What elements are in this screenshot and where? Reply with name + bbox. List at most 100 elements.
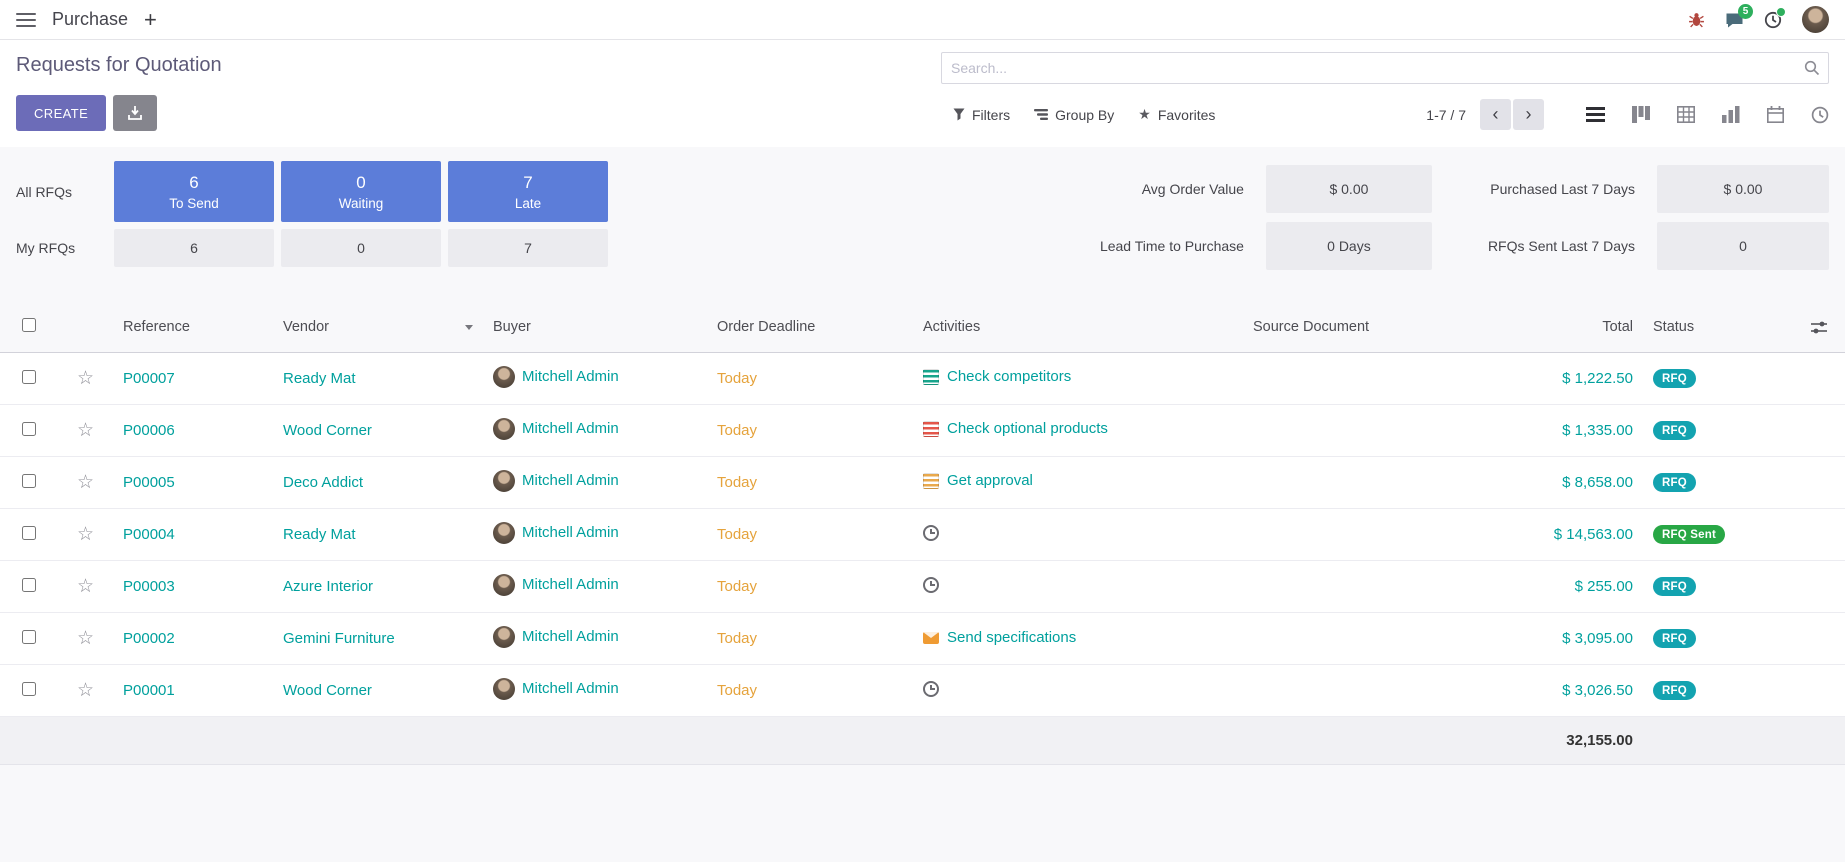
header-reference[interactable]: Reference — [113, 302, 273, 353]
header-buyer[interactable]: Buyer — [483, 302, 707, 353]
buyer-link[interactable]: Mitchell Admin — [522, 524, 619, 541]
favorite-star-icon[interactable]: ☆ — [77, 472, 94, 493]
buyer-link[interactable]: Mitchell Admin — [522, 472, 619, 489]
optional-columns-button[interactable] — [1793, 302, 1845, 353]
reference-link[interactable]: P00002 — [123, 630, 175, 647]
order-deadline: Today — [717, 370, 757, 387]
calendar-view-icon[interactable] — [1767, 106, 1784, 123]
reference-link[interactable]: P00001 — [123, 682, 175, 699]
favorite-star-icon[interactable]: ☆ — [77, 368, 94, 389]
row-checkbox[interactable] — [22, 370, 36, 384]
graph-view-icon[interactable] — [1722, 106, 1740, 123]
activity-type-icon[interactable] — [923, 421, 939, 437]
app-name: Purchase — [52, 9, 128, 30]
buyer-link[interactable]: Mitchell Admin — [522, 628, 619, 645]
export-button[interactable] — [113, 95, 157, 131]
tile-to-send[interactable]: 6 To Send — [114, 161, 274, 222]
activities-clock-icon[interactable] — [1764, 11, 1782, 29]
row-checkbox[interactable] — [22, 578, 36, 592]
purchased-last-7-days[interactable]: $ 0.00 — [1657, 165, 1829, 213]
kanban-view-icon[interactable] — [1632, 106, 1650, 123]
favorite-star-icon[interactable]: ☆ — [77, 628, 94, 649]
group-by-button[interactable]: Group By — [1034, 107, 1114, 123]
table-row[interactable]: ☆ P00002 Gemini Furniture Mitchell Admin… — [0, 613, 1845, 665]
search-input[interactable] — [941, 52, 1829, 84]
apps-menu-icon[interactable] — [16, 13, 36, 27]
row-checkbox[interactable] — [22, 474, 36, 488]
favorite-star-icon[interactable]: ☆ — [77, 680, 94, 701]
create-button[interactable]: CREATE — [16, 95, 106, 131]
table-row[interactable]: ☆ P00005 Deco Addict Mitchell Admin Toda… — [0, 457, 1845, 509]
activity-clock-icon[interactable] — [923, 577, 939, 593]
activity-envelope-icon[interactable] — [923, 632, 939, 644]
row-checkbox[interactable] — [22, 526, 36, 540]
messages-icon[interactable]: 5 — [1725, 11, 1744, 29]
buyer-link[interactable]: Mitchell Admin — [522, 680, 619, 697]
tile-late[interactable]: 7 Late — [448, 161, 608, 222]
buyer-link[interactable]: Mitchell Admin — [522, 420, 619, 437]
header-total[interactable]: Total — [1513, 302, 1643, 353]
vendor-link[interactable]: Ready Mat — [283, 370, 356, 387]
activity-label[interactable]: Get approval — [947, 472, 1033, 489]
rfqs-sent-last-7-days[interactable]: 0 — [1657, 222, 1829, 270]
favorite-star-icon[interactable]: ☆ — [77, 576, 94, 597]
table-row[interactable]: ☆ P00007 Ready Mat Mitchell Admin Today … — [0, 353, 1845, 405]
favorite-star-icon[interactable]: ☆ — [77, 420, 94, 441]
filters-button[interactable]: Filters — [953, 107, 1010, 123]
tile-my-late[interactable]: 7 — [448, 229, 608, 267]
vendor-link[interactable]: Wood Corner — [283, 422, 372, 439]
activity-clock-icon[interactable] — [923, 681, 939, 697]
reference-link[interactable]: P00005 — [123, 474, 175, 491]
user-avatar[interactable] — [1802, 6, 1829, 33]
activity-label[interactable]: Check optional products — [947, 420, 1108, 437]
reference-link[interactable]: P00003 — [123, 578, 175, 595]
tile-my-to-send[interactable]: 6 — [114, 229, 274, 267]
list-view-icon[interactable] — [1586, 106, 1605, 123]
table-row[interactable]: ☆ P00006 Wood Corner Mitchell Admin Toda… — [0, 405, 1845, 457]
search-icon[interactable] — [1804, 60, 1820, 76]
header-order-deadline[interactable]: Order Deadline — [707, 302, 913, 353]
lead-time-to-purchase-label: Lead Time to Purchase — [1044, 238, 1266, 254]
vendor-link[interactable]: Azure Interior — [283, 578, 373, 595]
pager-next-button[interactable]: › — [1513, 99, 1544, 130]
pager-previous-button[interactable]: ‹ — [1480, 99, 1511, 130]
buyer-link[interactable]: Mitchell Admin — [522, 576, 619, 593]
table-row[interactable]: ☆ P00004 Ready Mat Mitchell Admin Today … — [0, 509, 1845, 561]
tile-my-waiting[interactable]: 0 — [281, 229, 441, 267]
avg-order-value[interactable]: $ 0.00 — [1266, 165, 1432, 213]
row-checkbox[interactable] — [22, 422, 36, 436]
header-vendor[interactable]: Vendor — [273, 302, 483, 353]
reference-link[interactable]: P00006 — [123, 422, 175, 439]
vendor-link[interactable]: Deco Addict — [283, 474, 363, 491]
header-source-document[interactable]: Source Document — [1243, 302, 1513, 353]
reference-link[interactable]: P00007 — [123, 370, 175, 387]
waiting-count: 0 — [356, 173, 365, 193]
new-tab-button[interactable]: + — [144, 9, 157, 31]
tile-waiting[interactable]: 0 Waiting — [281, 161, 441, 222]
reference-link[interactable]: P00004 — [123, 526, 175, 543]
favorite-star-icon[interactable]: ☆ — [77, 524, 94, 545]
favorites-button[interactable]: ★ Favorites — [1138, 106, 1215, 123]
vendor-link[interactable]: Wood Corner — [283, 682, 372, 699]
vendor-link[interactable]: Gemini Furniture — [283, 630, 395, 647]
table-row[interactable]: ☆ P00003 Azure Interior Mitchell Admin T… — [0, 561, 1845, 613]
activity-view-icon[interactable] — [1811, 106, 1829, 124]
debug-bug-icon[interactable] — [1688, 11, 1705, 28]
late-label: Late — [515, 196, 541, 211]
status-badge: RFQ — [1653, 369, 1696, 388]
activity-type-icon[interactable] — [923, 369, 939, 385]
vendor-link[interactable]: Ready Mat — [283, 526, 356, 543]
row-checkbox[interactable] — [22, 682, 36, 696]
table-row[interactable]: ☆ P00001 Wood Corner Mitchell Admin Toda… — [0, 665, 1845, 717]
header-activities[interactable]: Activities — [913, 302, 1243, 353]
activity-type-icon[interactable] — [923, 473, 939, 489]
activity-label[interactable]: Check competitors — [947, 368, 1071, 385]
buyer-link[interactable]: Mitchell Admin — [522, 368, 619, 385]
pivot-view-icon[interactable] — [1677, 106, 1695, 123]
header-status[interactable]: Status — [1643, 302, 1793, 353]
lead-time-to-purchase[interactable]: 0 Days — [1266, 222, 1432, 270]
activity-label[interactable]: Send specifications — [947, 629, 1076, 646]
row-checkbox[interactable] — [22, 630, 36, 644]
activity-clock-icon[interactable] — [923, 525, 939, 541]
select-all-checkbox[interactable] — [22, 318, 36, 332]
